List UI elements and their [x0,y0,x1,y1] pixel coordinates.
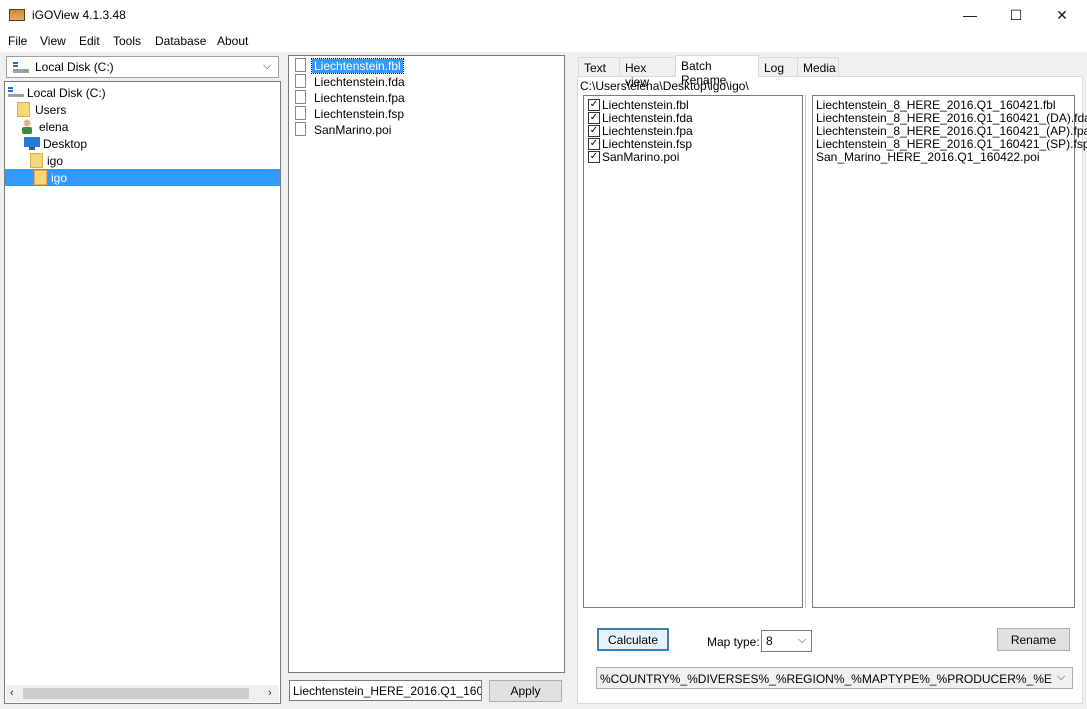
file-icon [295,106,306,120]
tree-item-label: Desktop [43,137,88,151]
list-item: San_Marino_HERE_2016.Q1_160422.poi [816,150,1040,164]
tree-item-label: Users [35,103,67,117]
checkbox-label: Liechtenstein.fsp [602,137,693,151]
menu-file[interactable]: File [8,34,27,48]
drive-select[interactable]: Local Disk (C:) ⌵ [6,56,279,78]
drive-select-value: Local Disk (C:) [35,60,114,74]
folder-icon [30,153,43,168]
file-name: Liechtenstein.fda [314,75,405,89]
source-file-checklist[interactable]: ✓ Liechtenstein.fbl ✓ Liechtenstein.fda … [583,95,803,608]
chevron-down-icon: ⌵ [1057,671,1066,683]
scrollbar-thumb[interactable] [23,688,249,699]
checkbox[interactable]: ✓ [588,125,600,137]
tree-item-users[interactable]: Users [5,101,280,118]
rename-button[interactable]: Rename [997,628,1070,651]
folder-icon [34,170,47,185]
tree-item-igo[interactable]: igo [5,152,280,169]
apply-button[interactable]: Apply [489,680,562,702]
window-title: iGOView 4.1.3.48 [32,8,126,22]
folder-icon [17,102,30,117]
tree-item-igo-selected[interactable]: igo [5,169,280,186]
file-name: Liechtenstein.fsp [314,107,405,121]
tab-text[interactable]: Text [578,57,620,76]
checkbox[interactable]: ✓ [588,151,600,163]
chevron-down-icon: ⌵ [798,634,807,646]
chevron-right-icon[interactable]: › [268,687,272,699]
minimize-button[interactable]: — [947,0,993,30]
menu-view[interactable]: View [40,34,66,48]
title-bar: iGOView 4.1.3.48 — ☐ ✕ [0,0,1087,30]
panel-divider[interactable] [805,95,806,608]
menu-bar: File View Edit Tools Database About [0,30,1087,52]
checkbox-label: SanMarino.poi [602,150,680,164]
chevron-left-icon[interactable]: ‹ [10,687,14,699]
user-icon [22,119,32,134]
list-item: Liechtenstein_8_HERE_2016.Q1_160421.fbl [816,98,1056,112]
drive-icon [8,87,24,97]
tree-item-desktop[interactable]: Desktop [5,135,280,152]
checkbox[interactable]: ✓ [588,138,600,150]
close-button[interactable]: ✕ [1039,0,1085,30]
tree-item-local-disk[interactable]: Local Disk (C:) [5,84,280,101]
calculate-button[interactable]: Calculate [597,628,669,651]
menu-tools[interactable]: Tools [113,34,141,48]
file-icon [295,74,306,88]
tree-item-label: igo [47,154,64,168]
file-icon [295,122,306,136]
file-name: Liechtenstein.fpa [314,91,405,105]
desktop-icon [24,137,40,150]
app-icon [9,9,25,21]
tree-item-elena[interactable]: elena [5,118,280,135]
list-item: Liechtenstein_8_HERE_2016.Q1_160421_(SP)… [816,137,1087,151]
menu-database[interactable]: Database [155,34,206,48]
file-icon [295,58,306,72]
drive-icon [13,62,29,73]
menu-about[interactable]: About [217,34,248,48]
map-type-value: 8 [766,634,773,648]
rename-input[interactable]: Liechtenstein_HERE_2016.Q1_160421 [289,680,482,701]
tree-item-label: elena [39,120,69,134]
checkbox-label: Liechtenstein.fda [602,111,693,125]
tree-item-label: igo [51,171,68,185]
maximize-button[interactable]: ☐ [993,0,1039,30]
tab-log[interactable]: Log [758,57,798,76]
checkbox-label: Liechtenstein.fbl [602,98,689,112]
file-list[interactable]: Liechtenstein.fbl Liechtenstein.fda Liec… [288,55,565,673]
pattern-value: %COUNTRY%_%DIVERSES%_%REGION%_%MAPTYPE%_… [600,672,1052,686]
folder-tree[interactable]: Local Disk (C:) Users elena Desktop igo … [4,81,281,704]
list-item: Liechtenstein_8_HERE_2016.Q1_160421_(DA)… [816,111,1087,125]
file-name: SanMarino.poi [314,123,392,137]
checkbox-label: Liechtenstein.fpa [602,124,693,138]
tab-batch-rename[interactable]: Batch Rename [675,55,759,87]
checkbox[interactable]: ✓ [588,99,600,111]
tree-item-label: Local Disk (C:) [27,86,106,100]
tab-media[interactable]: Media [797,57,839,76]
list-item: Liechtenstein_8_HERE_2016.Q1_160421_(AP)… [816,124,1087,138]
map-type-label: Map type: [707,635,760,649]
file-name: Liechtenstein.fbl [311,58,404,74]
file-icon [295,90,306,104]
current-path: C:\Users\elena\Desktop\igo\igo\ [580,79,749,93]
checkbox[interactable]: ✓ [588,112,600,124]
chevron-down-icon: ⌵ [263,60,272,72]
tab-hex-view[interactable]: Hex view [619,57,676,89]
menu-edit[interactable]: Edit [79,34,100,48]
pattern-select[interactable]: %COUNTRY%_%DIVERSES%_%REGION%_%MAPTYPE%_… [596,667,1073,689]
new-names-list[interactable]: Liechtenstein_8_HERE_2016.Q1_160421.fbl … [812,95,1087,608]
horizontal-scrollbar[interactable]: ‹ › [6,685,279,702]
map-type-select[interactable]: 8 ⌵ [761,630,812,652]
